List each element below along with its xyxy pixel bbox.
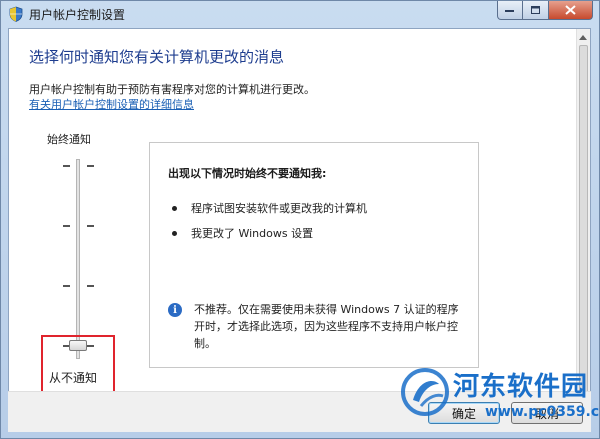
maximize-button[interactable] — [523, 1, 549, 20]
watermark: 河东软件园 www.pc0359.cn — [395, 362, 600, 439]
watermark-logo-icon — [401, 368, 449, 416]
list-item: 我更改了 Windows 设置 — [172, 225, 313, 241]
title-bar: 用户帐户控制设置 — [1, 1, 599, 28]
info-panel: 出现以下情况时始终不要通知我: 程序试图安装软件或更改我的计算机 我更改了 Wi… — [149, 142, 479, 368]
scrollbar-thumb[interactable] — [579, 45, 588, 415]
list-item: 程序试图安装软件或更改我的计算机 — [172, 200, 367, 216]
watermark-text: 河东软件园 — [453, 372, 589, 402]
minimize-button[interactable] — [497, 1, 523, 20]
info-panel-title: 出现以下情况时始终不要通知我: — [168, 167, 327, 180]
description-text: 用户帐户控制有助于预防有害程序对您的计算机进行更改。 — [29, 83, 315, 96]
slider-tick — [63, 285, 70, 287]
highlight-annotation — [41, 335, 115, 393]
info-icon: i — [168, 303, 182, 317]
help-link[interactable]: 有关用户帐户控制设置的详细信息 — [29, 96, 194, 112]
close-icon — [565, 5, 576, 15]
list-item-text: 程序试图安装软件或更改我的计算机 — [191, 202, 367, 215]
window-title: 用户帐户控制设置 — [29, 8, 126, 22]
notification-slider[interactable] — [49, 147, 109, 367]
note-text: 不推荐。仅在需要使用未获得 Windows 7 认证的程序开时，才选择此选项，因… — [194, 303, 459, 350]
shield-icon — [9, 6, 23, 22]
slider-top-label: 始终通知 — [47, 133, 91, 146]
bullet-icon — [172, 205, 177, 211]
window-controls — [497, 1, 593, 20]
watermark-url: www.pc0359.cn — [485, 404, 600, 420]
minimize-icon — [505, 10, 514, 12]
page-title: 选择何时通知您有关计算机更改的消息 — [29, 48, 285, 66]
slider-tick — [63, 165, 70, 167]
slider-track — [76, 159, 80, 359]
slider-tick — [87, 285, 94, 287]
bullet-icon — [172, 230, 177, 236]
list-item-text: 我更改了 Windows 设置 — [191, 227, 314, 240]
maximize-icon — [530, 5, 540, 14]
slider-tick — [87, 165, 94, 167]
slider-tick — [63, 225, 70, 227]
slider-tick — [87, 225, 94, 227]
close-button[interactable] — [549, 1, 593, 20]
scroll-up-icon[interactable] — [579, 35, 587, 40]
